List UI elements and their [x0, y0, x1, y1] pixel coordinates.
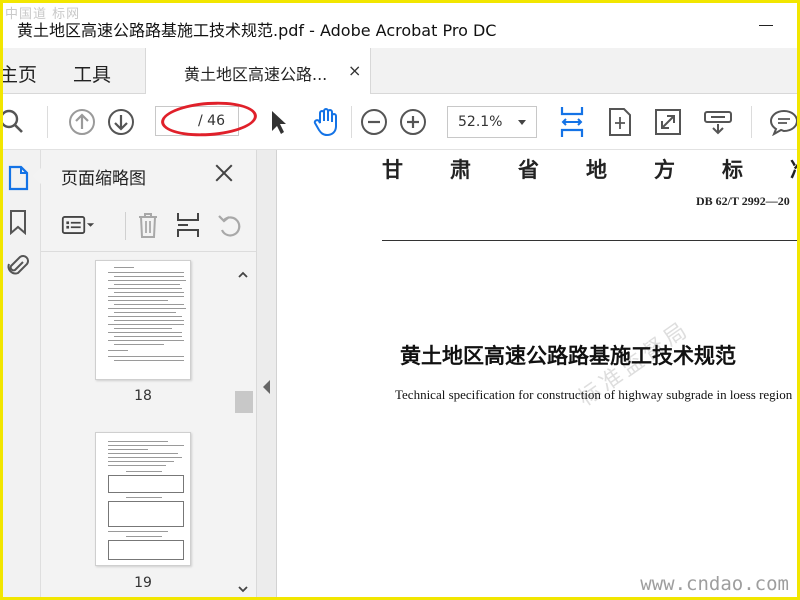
- zoom-out-icon[interactable]: [359, 107, 389, 137]
- fit-page-icon[interactable]: [605, 107, 635, 137]
- tab-tools[interactable]: 工具: [73, 60, 111, 87]
- document-title: 黄土地区高速公路路基施工技术规范: [400, 344, 736, 368]
- zoom-select[interactable]: 52.1%: [447, 106, 537, 138]
- delete-icon[interactable]: [131, 210, 165, 240]
- page-thumbnail-19[interactable]: [95, 432, 191, 566]
- read-mode-icon[interactable]: [703, 107, 733, 137]
- site-watermark: www.cndao.com: [640, 573, 789, 595]
- panel-title: 页面缩略图: [61, 169, 146, 189]
- zoom-in-icon[interactable]: [398, 107, 428, 137]
- toolbar-divider: [351, 106, 352, 138]
- red-annotation-circle: [159, 98, 259, 140]
- page-number-label: 18: [134, 388, 152, 404]
- attachment-icon[interactable]: [5, 252, 31, 280]
- fit-width-icon[interactable]: [557, 107, 587, 137]
- minimize-button[interactable]: [759, 17, 775, 33]
- document-viewport[interactable]: 甘肃省地方标准 DB 62/T 2992—20 标准监督局 黄土地区高速公路路基…: [278, 150, 797, 597]
- scrollbar-thumb[interactable]: [235, 391, 253, 413]
- hand-icon[interactable]: [311, 107, 341, 137]
- panel-pointer: [33, 168, 41, 184]
- select-arrow-icon[interactable]: [263, 107, 293, 137]
- options-menu-icon[interactable]: [61, 210, 95, 240]
- search-icon[interactable]: [3, 107, 27, 137]
- chevron-up-icon[interactable]: [237, 266, 249, 278]
- page-number-label: 19: [134, 575, 152, 591]
- undo-icon[interactable]: [213, 210, 247, 240]
- panel-toolbar: [41, 200, 256, 252]
- thumbnail-scrollbar[interactable]: [233, 260, 253, 597]
- document-header: 甘肃省地方标准: [382, 157, 797, 182]
- tab-home[interactable]: 主页: [3, 60, 37, 87]
- main-toolbar: / 46 52.1%: [3, 94, 797, 150]
- document-subtitle: Technical specification for construction…: [395, 387, 793, 402]
- close-tab-icon[interactable]: ×: [348, 61, 361, 80]
- chevron-down-icon: [518, 120, 526, 125]
- tab-document[interactable]: 黄土地区高速公路... ×: [145, 48, 371, 94]
- next-page-icon[interactable]: [106, 107, 136, 137]
- zoom-value: 52.1%: [458, 114, 503, 130]
- app-window: 中国道 标网 黄土地区高速公路路基施工技术规范.pdf - Adobe Acro…: [0, 0, 800, 600]
- collapse-panel-handle[interactable]: [257, 150, 277, 597]
- insert-page-icon[interactable]: [171, 210, 205, 240]
- toolbar-divider: [751, 106, 752, 138]
- chevron-down-icon[interactable]: [237, 580, 249, 593]
- standard-number: DB 62/T 2992—20: [696, 194, 790, 208]
- page-thumbnails-icon[interactable]: [5, 164, 31, 192]
- document-tab-label: 黄土地区高速公路...: [184, 65, 328, 84]
- panel-toolbar-divider: [125, 212, 126, 240]
- fullscreen-icon[interactable]: [653, 107, 683, 137]
- window-title: 黄土地区高速公路路基施工技术规范.pdf - Adobe Acrobat Pro…: [17, 21, 497, 40]
- navigation-rail: [3, 150, 41, 597]
- comment-icon[interactable]: [769, 107, 797, 137]
- chevron-left-icon: [263, 380, 270, 394]
- tab-bar: 主页 工具 黄土地区高速公路... ×: [3, 48, 797, 94]
- header-rule: [382, 240, 797, 241]
- bookmark-icon[interactable]: [5, 208, 31, 236]
- title-bar: 中国道 标网 黄土地区高速公路路基施工技术规范.pdf - Adobe Acro…: [3, 3, 797, 48]
- page-thumbnails-panel: 页面缩略图 18 19: [33, 150, 257, 597]
- previous-page-icon[interactable]: [67, 107, 97, 137]
- close-panel-icon[interactable]: [213, 162, 235, 184]
- page-thumbnail-18[interactable]: [95, 260, 191, 380]
- toolbar-divider: [47, 106, 48, 138]
